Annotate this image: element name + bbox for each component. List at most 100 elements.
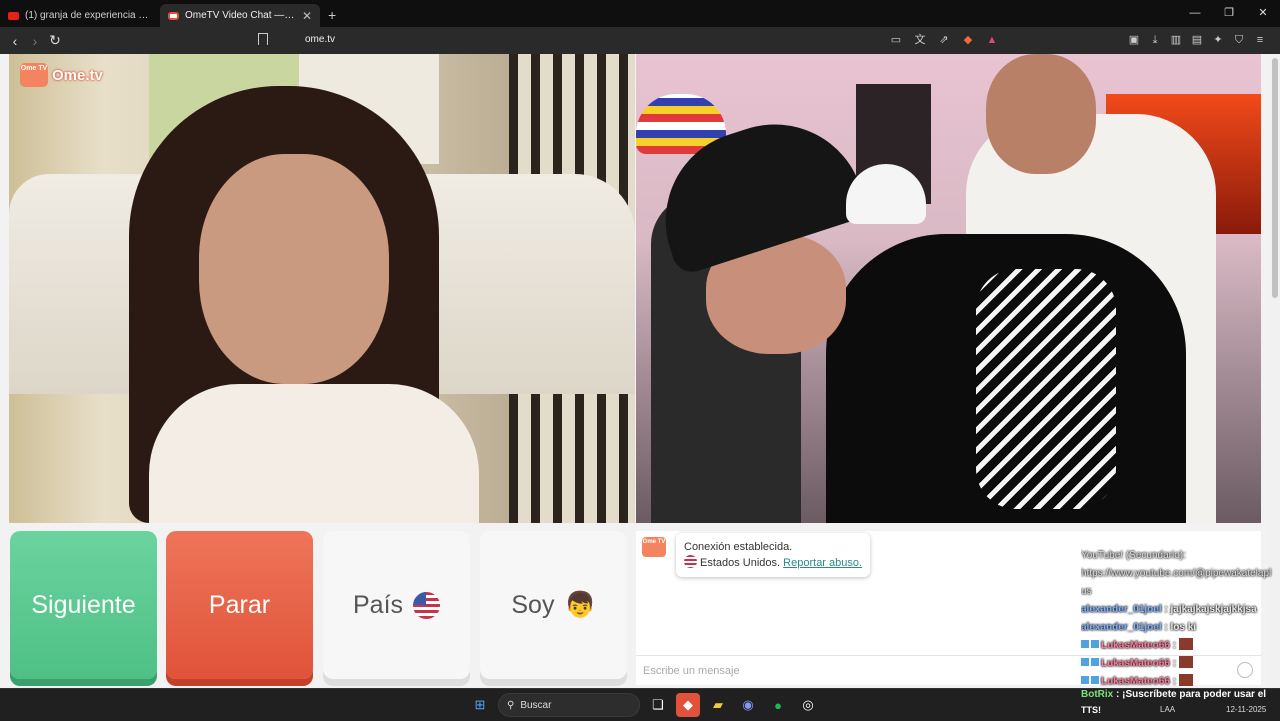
- ometv-chat-icon: Ome TV: [642, 537, 666, 557]
- back-icon[interactable]: ‹: [5, 33, 25, 49]
- rewards-icon[interactable]: ▲: [984, 32, 1000, 48]
- browser-tab-bar: (1) granja de experiencia srkomgame OmeT…: [0, 0, 1280, 27]
- discord-icon[interactable]: ◉: [736, 693, 760, 717]
- tab-youtube[interactable]: (1) granja de experiencia srkomgame: [0, 4, 160, 27]
- overlay-text: : jajkajkajskjajkkjsa: [1161, 604, 1257, 615]
- emote-icon: [1178, 674, 1193, 686]
- overlay-text: :: [1169, 640, 1179, 651]
- message-placeholder: Escribe un mensaje: [643, 664, 740, 677]
- vpn-icon[interactable]: ⛉: [1231, 32, 1247, 48]
- overlay-username: LukasMateo66: [1101, 658, 1170, 669]
- country-button-label: País: [352, 590, 404, 619]
- window-controls: — ❐ ✕: [1178, 0, 1280, 27]
- bot-text-cont: TTS!: [1081, 705, 1101, 715]
- youtube-icon: [8, 11, 19, 20]
- ometv-logo-text: Ome.tv: [52, 66, 103, 84]
- minimize-icon[interactable]: —: [1178, 0, 1212, 27]
- taskbar-search[interactable]: ⚲ Buscar: [498, 693, 640, 717]
- brave-browser-icon[interactable]: ◆: [676, 693, 700, 717]
- stop-button[interactable]: Parar: [166, 531, 313, 679]
- stream-chat-overlay: YouTube! (Secundario): https://www.youtu…: [1081, 547, 1280, 691]
- stop-button-label: Parar: [208, 590, 271, 619]
- url-field[interactable]: ome.tv: [305, 34, 335, 45]
- download-icon[interactable]: ⤓: [1147, 32, 1163, 48]
- forward-icon[interactable]: ›: [25, 33, 45, 49]
- restore-icon[interactable]: ❐: [1212, 0, 1246, 27]
- overlay-text: :: [1169, 658, 1179, 669]
- us-flag-icon: [413, 591, 441, 619]
- leo-icon[interactable]: ✦: [1210, 32, 1226, 48]
- page-content: Ome TV Ome.tv Siguiente Parar País Soy 👦…: [0, 54, 1280, 688]
- bookmark-icon[interactable]: [258, 33, 268, 45]
- system-tray: BotRix : ¡Suscríbete para poder usar el …: [1081, 689, 1280, 721]
- clock-date[interactable]: 12-11-2025: [1226, 705, 1266, 714]
- task-view-icon[interactable]: ❏: [646, 693, 670, 717]
- emote-icon: [1178, 656, 1193, 668]
- local-video: Ome TV Ome.tv: [9, 54, 635, 523]
- overlay-line: alexander_01joel : los ki: [1081, 619, 1280, 637]
- tab-title: (1) granja de experiencia srkomgame: [25, 10, 152, 21]
- spotify-icon[interactable]: ●: [766, 693, 790, 717]
- overlay-line: LukasMateo66 :: [1081, 655, 1280, 673]
- system-bubble: Conexión establecida. Estados Unidos. Re…: [676, 533, 871, 577]
- menu-icon[interactable]: ≡: [1252, 32, 1268, 48]
- overlay-line: LukasMateo66 :: [1081, 637, 1280, 655]
- emote-icon: [1178, 638, 1193, 650]
- overlay-text: : los ki: [1161, 622, 1197, 633]
- overlay-username: LukasMateo66: [1101, 640, 1170, 651]
- panel-icon[interactable]: ▥: [1168, 32, 1184, 48]
- next-button-label: Siguiente: [31, 590, 136, 619]
- close-tab-icon[interactable]: ✕: [302, 9, 312, 23]
- file-explorer-icon[interactable]: ▰: [706, 693, 730, 717]
- scrollbar-thumb[interactable]: [1272, 58, 1278, 298]
- badge-icon: [1081, 640, 1089, 648]
- input-language[interactable]: LAA: [1160, 705, 1175, 714]
- report-abuse-link[interactable]: Reportar abuso.: [783, 557, 862, 569]
- overlay-username: LukasMateo66: [1101, 676, 1170, 687]
- sidebar-icon[interactable]: ▣: [1126, 32, 1142, 48]
- next-button[interactable]: Siguiente: [10, 531, 157, 679]
- wallet-icon[interactable]: ▤: [1189, 32, 1205, 48]
- gender-button-label: Soy: [511, 590, 555, 619]
- remote-video: [636, 54, 1261, 523]
- translate-icon[interactable]: 文: [912, 32, 928, 48]
- brave-shield-icon[interactable]: ◆: [960, 32, 976, 48]
- ometv-logo-badge: Ome TV: [20, 63, 48, 87]
- share-icon[interactable]: ⇗: [936, 32, 952, 48]
- close-window-icon[interactable]: ✕: [1246, 0, 1280, 27]
- overlay-bot-message: BotRix : ¡Suscríbete para poder usar el: [1081, 689, 1266, 700]
- obs-icon[interactable]: ◎: [796, 693, 820, 717]
- country-line: Estados Unidos. Reportar abuso.: [684, 555, 862, 571]
- badge-icon: [1091, 658, 1099, 666]
- country-name: Estados Unidos.: [700, 557, 781, 569]
- taskbar-search-label: Buscar: [520, 699, 552, 711]
- bot-name: BotRix: [1081, 689, 1114, 700]
- reload-icon[interactable]: ↻: [45, 32, 65, 49]
- ometv-favicon-icon: [168, 11, 179, 20]
- shirt-print: [976, 269, 1116, 509]
- tab-ometv[interactable]: OmeTV Video Chat — Omegle ✕: [160, 4, 320, 27]
- search-icon: ⚲: [507, 699, 515, 711]
- gender-button[interactable]: Soy 👦: [480, 531, 627, 679]
- ometv-logo: Ome TV Ome.tv: [20, 63, 103, 87]
- overlay-username: alexander_01joel: [1081, 604, 1162, 615]
- tab-title: OmeTV Video Chat — Omegle: [185, 10, 296, 21]
- windows-start-icon[interactable]: ⊞: [468, 693, 492, 717]
- windows-taskbar: ⊞ ⚲ Buscar ❏ ◆ ▰ ◉ ● ◎ BotRix : ¡Suscríbe…: [0, 688, 1280, 720]
- badge-icon: [1091, 640, 1099, 648]
- overlay-text: :: [1169, 676, 1179, 687]
- system-message: Ome TV Conexión establecida. Estados Uni…: [642, 533, 871, 577]
- boy-face-icon: 👦: [564, 590, 596, 619]
- cast-icon[interactable]: ▭: [888, 32, 904, 48]
- overlay-line: us: [1081, 586, 1092, 597]
- connection-status: Conexión establecida.: [684, 541, 793, 553]
- country-button[interactable]: País: [323, 531, 470, 679]
- address-bar: ‹ › ↻ ome.tv ▭ 文 ⇗ ◆ ▲ ▣ ⤓ ▥ ▤ ✦ ⛉ ≡: [0, 27, 1280, 54]
- person-face: [199, 154, 389, 384]
- badge-icon: [1081, 676, 1089, 684]
- new-tab-button[interactable]: +: [320, 7, 344, 27]
- overlay-username: alexander_01joel: [1081, 622, 1162, 633]
- overlay-line: YouTube! (Secundario):: [1081, 550, 1186, 561]
- person-shirt: [149, 384, 479, 523]
- badge-icon: [1081, 658, 1089, 666]
